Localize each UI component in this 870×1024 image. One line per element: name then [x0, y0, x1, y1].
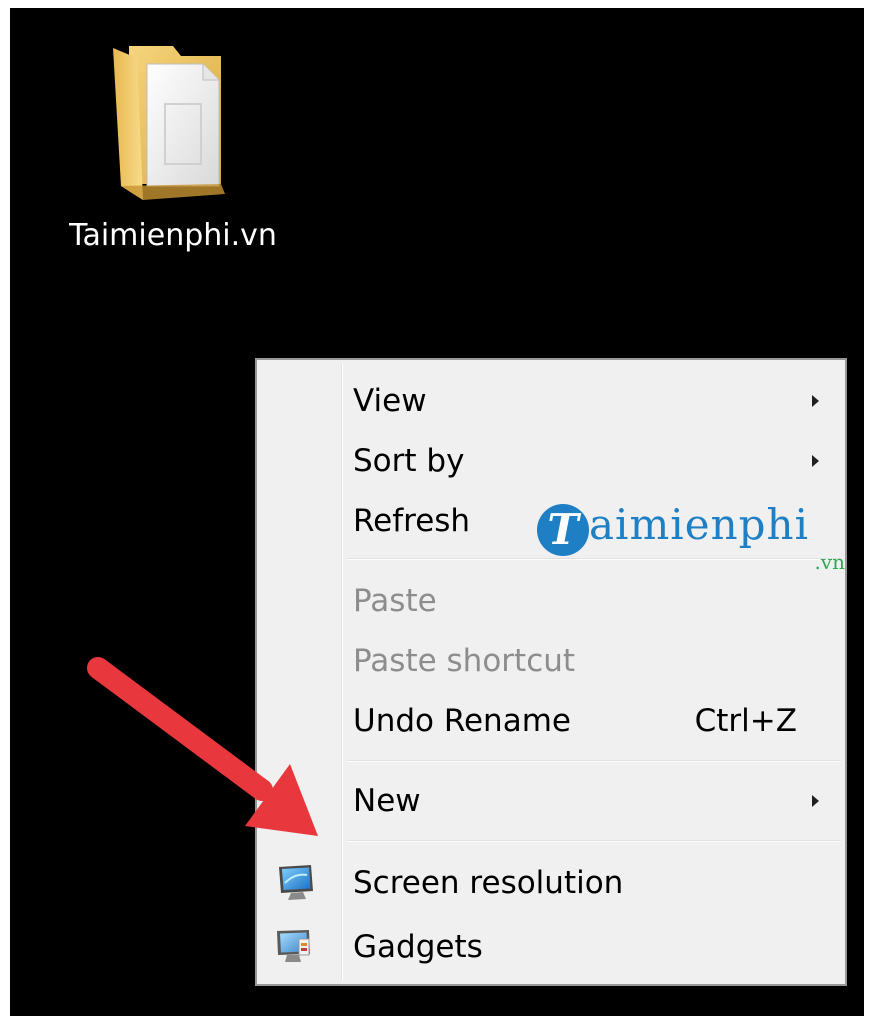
- desktop-context-menu: View Sort by Refresh Paste Paste shortcu…: [255, 358, 847, 986]
- submenu-arrow-icon: [812, 395, 819, 407]
- menu-item-label: View: [353, 383, 427, 419]
- menu-item-gadgets[interactable]: Gadgets: [261, 918, 841, 976]
- desktop-folder-taimienphi[interactable]: Taimienphi.vn: [48, 34, 298, 260]
- menu-separator: [347, 840, 841, 842]
- menu-item-label: New: [353, 783, 421, 819]
- screenshot-frame: Taimienphi.vn View Sort by Refresh Paste…: [0, 0, 870, 1024]
- watermark-letter-badge: T: [537, 504, 589, 556]
- menu-item-label: Gadgets: [353, 929, 483, 965]
- monitor-icon: [279, 865, 313, 900]
- menu-item-label: Sort by: [353, 443, 465, 479]
- watermark-text: aimienphi: [589, 500, 810, 549]
- menu-item-new[interactable]: New: [261, 772, 841, 830]
- menu-item-screen-resolution[interactable]: Screen resolution: [261, 854, 841, 912]
- menu-item-label: Paste shortcut: [353, 643, 576, 679]
- menu-item-sort-by[interactable]: Sort by: [261, 432, 841, 490]
- menu-item-undo-rename[interactable]: Undo Rename Ctrl+Z: [261, 692, 841, 750]
- menu-item-paste-shortcut: Paste shortcut: [261, 632, 841, 690]
- gadgets-icon: [277, 930, 310, 962]
- menu-item-paste: Paste: [261, 572, 841, 630]
- menu-item-view[interactable]: View: [261, 372, 841, 430]
- desktop[interactable]: Taimienphi.vn View Sort by Refresh Paste…: [10, 8, 864, 1016]
- submenu-arrow-icon: [812, 455, 819, 467]
- menu-item-label: Refresh: [353, 503, 471, 539]
- menu-item-shortcut: Ctrl+Z: [694, 703, 797, 739]
- menu-item-label: Paste: [353, 583, 437, 619]
- folder-icon: [113, 46, 225, 200]
- desktop-icon-label: Taimienphi.vn: [69, 218, 277, 253]
- menu-separator: [347, 760, 841, 762]
- submenu-arrow-icon: [812, 795, 819, 807]
- menu-item-label: Undo Rename: [353, 703, 571, 739]
- menu-item-label: Screen resolution: [353, 865, 624, 901]
- taimienphi-watermark-logo: T aimienphi .vn: [537, 498, 847, 578]
- watermark-tld: .vn: [814, 550, 845, 574]
